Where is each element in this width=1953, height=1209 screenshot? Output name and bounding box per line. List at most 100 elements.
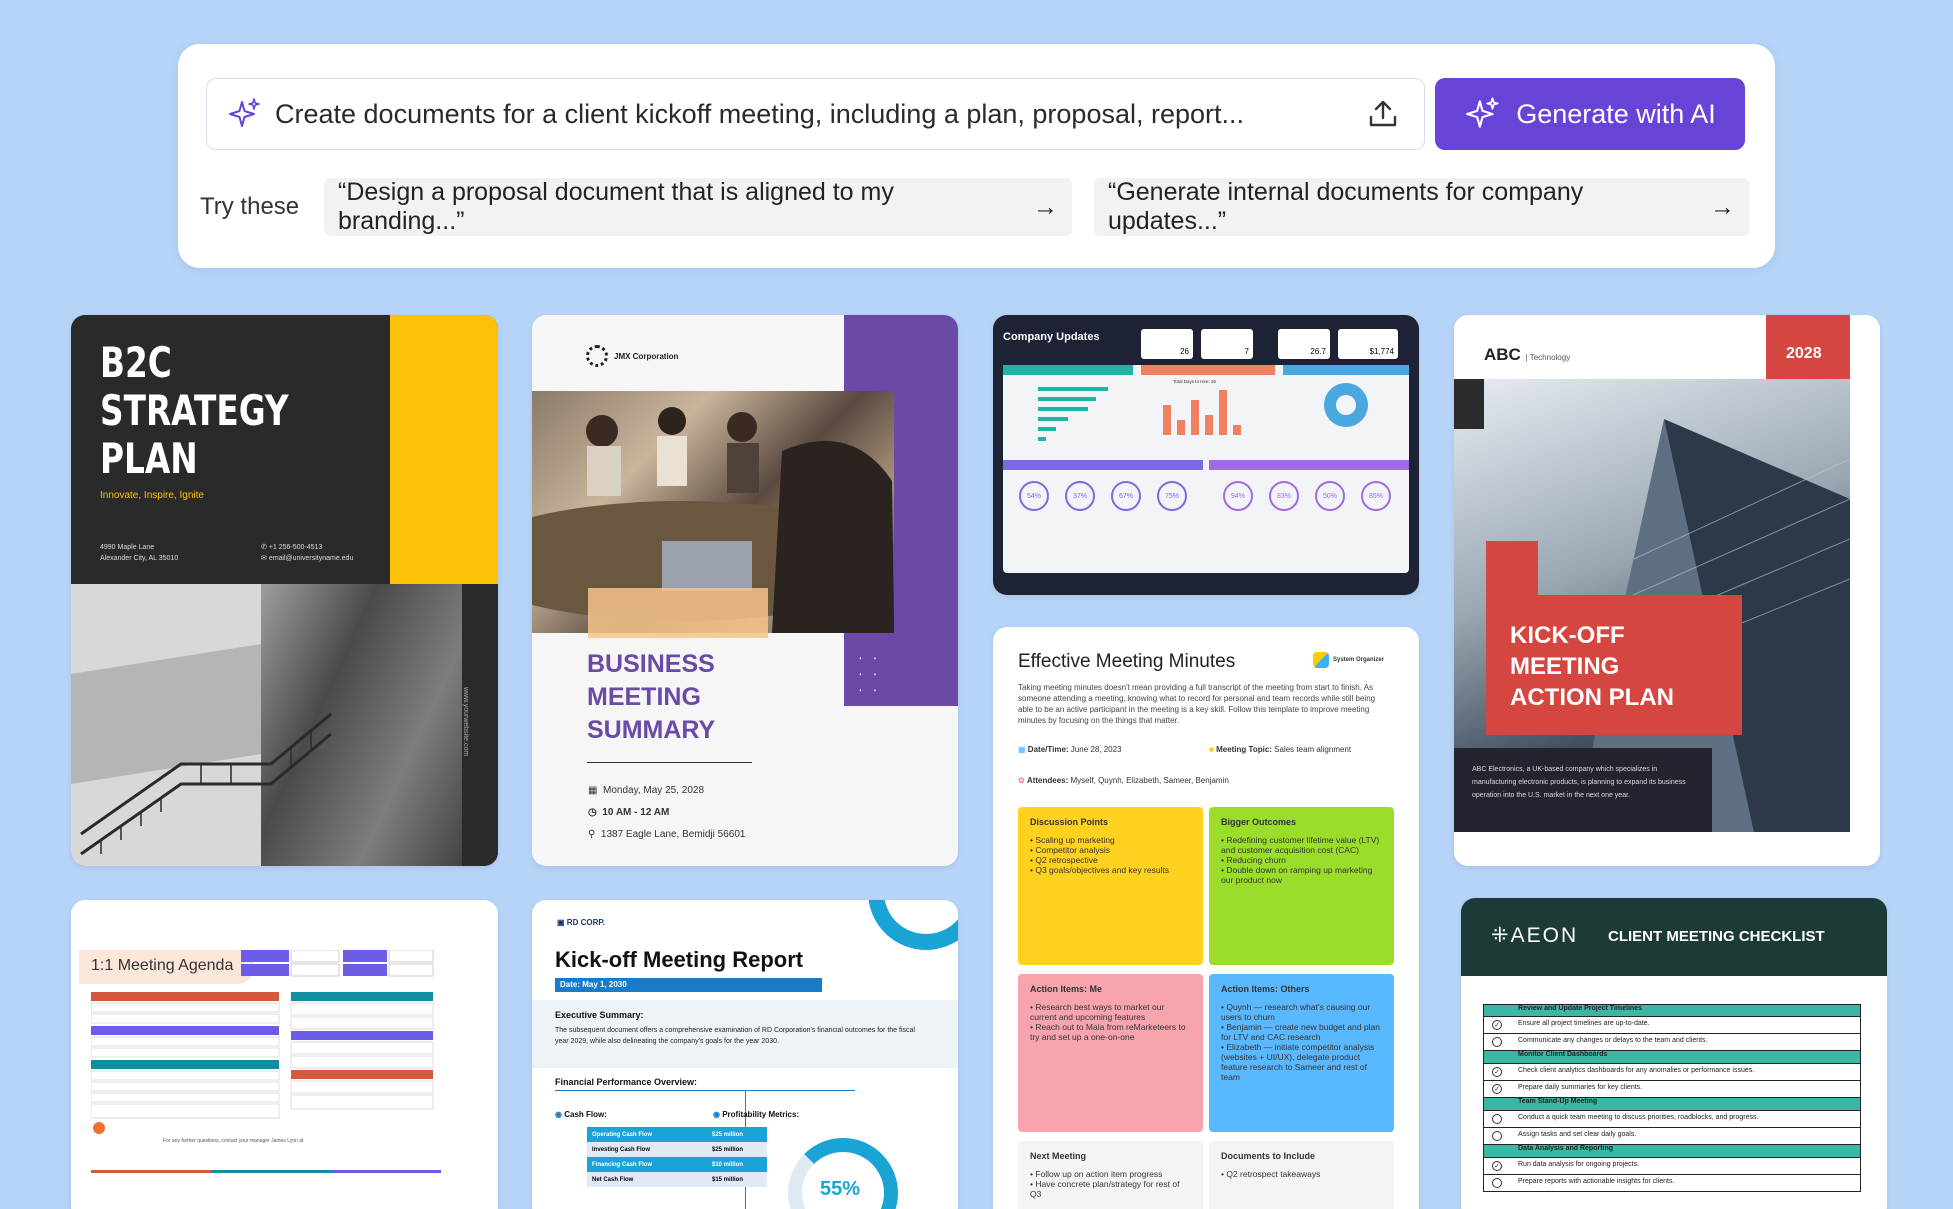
suggestion-text: “Design a proposal document that is alig…	[338, 178, 894, 235]
divider	[555, 1090, 855, 1091]
prompt-input[interactable]	[275, 98, 1366, 130]
people-icon: ✿	[1018, 776, 1025, 785]
try-these-label: Try these	[200, 193, 300, 220]
stat-tile: 26	[1141, 329, 1193, 359]
template-card-kickoff-report[interactable]: ▣ RD CORP. Kick-off Meeting Report Date:…	[532, 900, 958, 1209]
aeon-logo-icon: ⁜	[1491, 924, 1511, 947]
prompt-panel: Generate with AI Try these “Design a pro…	[178, 44, 1775, 268]
suggestion-text: “Generate internal documents for company…	[1108, 178, 1584, 235]
stat-tile: $1,774	[1338, 329, 1398, 359]
dashboard-board: 54% 37% 67% 75% 94% 83% 50% 85% Total Da…	[1003, 365, 1409, 573]
dashboard-charts	[1003, 365, 1409, 470]
minutes-datetime: ▦ Date/Time: June 28, 2023	[1018, 745, 1122, 754]
checkbox-icon[interactable]	[1492, 1114, 1502, 1124]
clock-icon: ◷	[588, 807, 597, 818]
checklist-table: Review and Update Project Timelines ✓ Ens…	[1483, 1004, 1861, 1192]
template-card-meeting-agenda[interactable]: 1:1 Meeting Agenda For any further quest…	[71, 900, 498, 1209]
suggestion-chip-branding[interactable]: “Design a proposal document that is alig…	[324, 178, 1072, 236]
business-title: BUSINESS MEETING SUMMARY	[587, 650, 716, 744]
upload-icon[interactable]	[1366, 97, 1400, 131]
sparkle-icon	[229, 98, 260, 127]
calendar-icon: ▦	[1018, 745, 1026, 754]
b2c-website: www.yourwebsite.com	[462, 687, 469, 757]
arrow-right-icon: →	[1710, 192, 1735, 221]
aeon-brand: ⁜AEON	[1491, 924, 1579, 947]
template-card-meeting-minutes[interactable]: Effective Meeting Minutes System Organiz…	[993, 627, 1419, 1209]
dots-decoration: ·· ·· ··	[858, 649, 888, 697]
summary-title: Executive Summary:	[555, 1010, 644, 1020]
business-details: ▦ Monday, May 25, 2028 ◷ 10 AM - 12 AM ⚲…	[588, 785, 746, 840]
report-date: Date: May 1, 2030	[555, 978, 822, 992]
prompt-field[interactable]	[206, 78, 1425, 150]
profitability-icon: ◉	[713, 1110, 720, 1119]
b2c-title: B2C STRATEGY PLAN	[100, 338, 289, 483]
stat-tile: 26.7	[1278, 329, 1330, 359]
chat-icon: ■	[1209, 745, 1214, 754]
profit-percent: 55%	[820, 1178, 861, 1200]
summary-text: The subsequent document offers a compreh…	[555, 1027, 915, 1045]
percent-row-a: 54% 37% 67% 75%	[1019, 481, 1187, 511]
kickoff-desc: ABC Electronics, a UK-based company whic…	[1472, 766, 1686, 799]
checkbox-icon[interactable]	[1492, 1037, 1502, 1047]
sparkle-icon	[1466, 97, 1499, 128]
note-documents: Documents to Include • Q2 retrospect take…	[1209, 1141, 1394, 1209]
generate-with-ai-button[interactable]: Generate with AI	[1435, 78, 1745, 150]
checklist-title: CLIENT MEETING CHECKLIST	[1608, 928, 1825, 945]
divider	[587, 762, 752, 763]
kickoff-title: KICK-OFF MEETING ACTION PLAN	[1510, 622, 1674, 711]
b2c-tagline: Innovate, Inspire, Ignite	[100, 490, 204, 501]
rd-brand: ▣ RD CORP.	[557, 918, 605, 927]
chart-caption: Total Days to Hire: 26	[1173, 379, 1217, 384]
generate-label: Generate with AI	[1516, 98, 1716, 129]
jmx-logo: JMX Corporation	[586, 345, 678, 367]
note-action-items-me: Action Items: Me • Research best ways to …	[1018, 974, 1203, 1132]
note-bigger-outcomes: Bigger Outcomes • Redefining customer lif…	[1209, 807, 1394, 965]
agenda-table	[91, 950, 441, 1173]
suggestion-chip-updates[interactable]: “Generate internal documents for company…	[1094, 178, 1749, 236]
rd-logo-icon: ▣	[557, 918, 565, 927]
template-card-company-updates[interactable]: Company Updates 26 7 26.7 $1,774 54% 37%…	[993, 315, 1419, 595]
report-title: Kick-off Meeting Report	[555, 947, 804, 972]
profitability-label: ◉ Profitability Metrics:	[713, 1110, 800, 1119]
percent-row-b: 94% 83% 50% 85%	[1223, 481, 1391, 511]
note-next-meeting: Next Meeting • Follow up on action item p…	[1018, 1141, 1203, 1209]
note-action-items-others: Action Items: Others • Quynh — research w…	[1209, 974, 1394, 1132]
agenda-footer: For any further questions, contact your …	[163, 1138, 304, 1144]
ring-decoration	[868, 900, 958, 950]
building-photo	[71, 584, 498, 866]
check-icon[interactable]: ✓	[1492, 1084, 1502, 1094]
b2c-address: 4990 Maple Lane Alexander City, AL 35010	[100, 544, 179, 562]
organizer-badge: System Organizer	[1313, 652, 1384, 668]
stat-tile: 7	[1201, 329, 1253, 359]
check-icon[interactable]: ✓	[1492, 1067, 1502, 1077]
year-label: 2028	[1786, 345, 1822, 362]
abc-brand: ABC | Technology	[1484, 345, 1571, 364]
checkbox-icon[interactable]	[1492, 1131, 1502, 1141]
minutes-intro: Taking meeting minutes doesn't mean prov…	[1018, 683, 1376, 725]
checkbox-icon[interactable]	[1492, 1178, 1502, 1188]
dashboard-title: Company Updates	[1003, 331, 1100, 343]
suggestions-row: Try these “Design a proposal document th…	[200, 178, 1749, 236]
b2c-contact: ✆ +1 256-500-4513 ✉ email@universityname.…	[261, 544, 354, 562]
organizer-logo-icon	[1313, 652, 1329, 668]
dark-accent	[1454, 379, 1484, 429]
minutes-title: Effective Meeting Minutes	[1018, 651, 1236, 672]
check-icon[interactable]: ✓	[1492, 1020, 1502, 1030]
template-card-client-checklist[interactable]: ⁜AEON CLIENT MEETING CHECKLIST Review an…	[1461, 898, 1887, 1209]
orange-accent	[588, 588, 768, 638]
minutes-topic: ■ Meeting Topic: Sales team alignment	[1209, 745, 1352, 754]
note-discussion-points: Discussion Points • Scaling up marketing •…	[1018, 807, 1203, 965]
jmx-logo-icon	[586, 345, 608, 367]
red-accent	[1486, 541, 1538, 595]
template-card-kickoff-action-plan[interactable]: ABC | Technology 2028 KICK-OFF MEETING ACT…	[1454, 315, 1880, 866]
cashflow-icon: ◉	[555, 1110, 562, 1119]
financial-title: Financial Performance Overview:	[555, 1077, 698, 1087]
cashflow-label: ◉ Cash Flow:	[555, 1110, 607, 1119]
check-icon[interactable]: ✓	[1492, 1161, 1502, 1171]
arrow-right-icon: →	[1033, 192, 1058, 221]
calendar-icon: ▦	[588, 785, 598, 796]
template-card-business-meeting-summary[interactable]: JMX Corporation BUSINESS MEETING SUMMARY ▦…	[532, 315, 958, 866]
location-pin-icon: ⚲	[588, 829, 596, 840]
template-card-b2c-strategy-plan[interactable]: B2C STRATEGY PLAN Innovate, Inspire, Ignit…	[71, 315, 498, 866]
minutes-attendees: ✿ Attendees: Myself, Quynh, Elizabeth, S…	[1018, 776, 1229, 785]
